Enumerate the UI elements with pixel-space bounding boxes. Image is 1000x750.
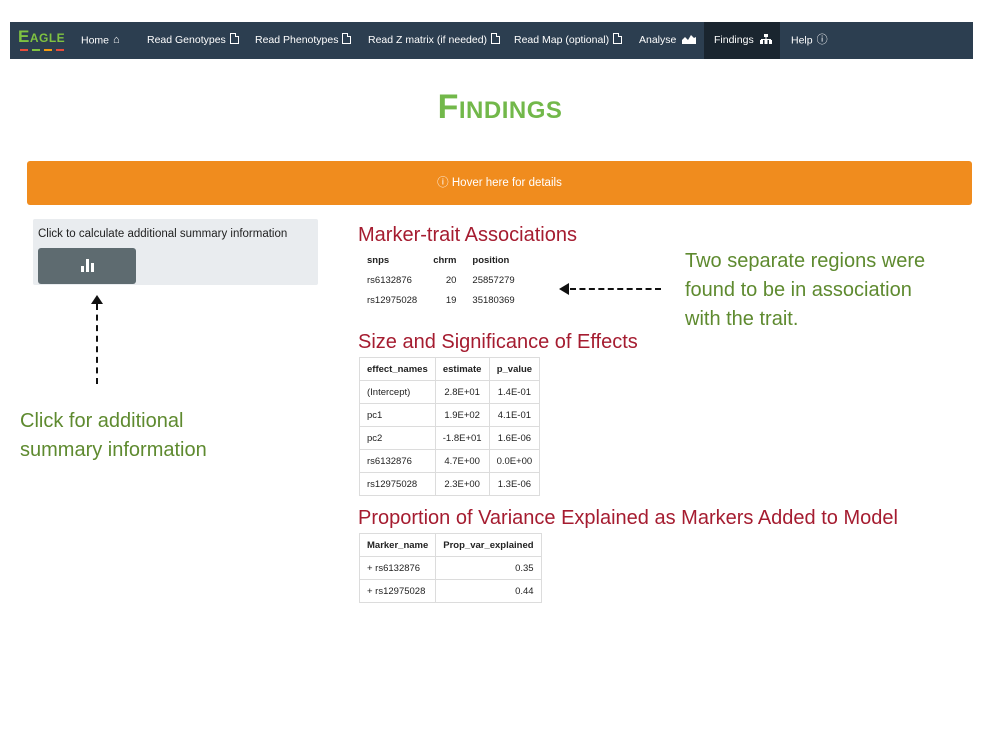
- summary-panel-label: Click to calculate additional summary in…: [38, 228, 288, 240]
- table-row: rs6132876 4.7E+00 0.0E+00: [359, 449, 541, 473]
- table-cell: 2.8E+01: [434, 380, 490, 404]
- page-title: Findings: [437, 88, 563, 126]
- nav-home[interactable]: Home ⌂: [81, 22, 120, 59]
- table-cell: 20: [445, 274, 457, 286]
- table-cell: -1.8E+01: [434, 426, 490, 450]
- bar-chart-icon: [81, 259, 95, 272]
- table-cell: pc1: [359, 403, 436, 427]
- brand-name: Eagle: [18, 27, 66, 46]
- nav-read-genotypes[interactable]: Read Genotypes: [147, 22, 239, 59]
- column-header: p_value: [488, 357, 541, 381]
- column-header: snps: [367, 254, 390, 266]
- column-header: position: [472, 254, 510, 266]
- variance-table: Marker_name Prop_var_explained + rs61328…: [358, 533, 542, 603]
- column-header: effect_names: [359, 357, 436, 381]
- table-cell: 19: [445, 294, 457, 306]
- nav-help[interactable]: Help ⓘ: [791, 22, 828, 59]
- column-header: Prop_var_explained: [435, 533, 542, 557]
- question-circle-icon: ⓘ: [437, 177, 449, 189]
- nav-read-map[interactable]: Read Map (optional): [514, 22, 623, 59]
- table-cell: + rs12975028: [358, 579, 437, 603]
- hover-details-banner[interactable]: ⓘ Hover here for details: [27, 161, 972, 205]
- table-cell: 0.44: [435, 579, 542, 603]
- file-icon: [613, 33, 623, 44]
- file-icon: [491, 33, 501, 44]
- navbar: Eagle Home ⌂ Read Genotypes Read Phenotyp…: [10, 22, 973, 59]
- table-cell: 25857279: [472, 274, 515, 286]
- table-cell: 35180369: [472, 294, 515, 306]
- sitemap-icon: [759, 34, 772, 44]
- dashed-arrow-line: [96, 304, 98, 384]
- column-header: estimate: [434, 357, 490, 381]
- left-arrow-icon: [559, 283, 569, 295]
- table-row: + rs6132876 0.35: [358, 556, 542, 580]
- nav-analyse[interactable]: Analyse: [639, 22, 697, 59]
- file-icon: [342, 33, 352, 44]
- table-row: rs12975028 19 35180369: [359, 290, 523, 310]
- table-cell: rs6132876: [367, 274, 412, 286]
- eagle-logo[interactable]: Eagle: [18, 25, 76, 57]
- table-cell: 1.3E-06: [488, 472, 541, 496]
- table-cell: (Intercept): [359, 380, 436, 404]
- table-cell: 1.9E+02: [434, 403, 490, 427]
- file-icon: [229, 33, 239, 44]
- variance-title: Proportion of Variance Explained as Mark…: [358, 507, 898, 529]
- table-cell: rs12975028: [367, 294, 418, 306]
- nav-read-z-matrix[interactable]: Read Z matrix (if needed): [368, 22, 501, 59]
- table-cell: rs12975028: [359, 472, 436, 496]
- table-row: rs6132876 20 25857279: [359, 270, 523, 290]
- table-row: (Intercept) 2.8E+01 1.4E-01: [359, 380, 541, 404]
- table-header-row: effect_names estimate p_value: [359, 357, 541, 381]
- table-cell: 1.6E-06: [488, 426, 541, 450]
- table-row: pc1 1.9E+02 4.1E-01: [359, 403, 541, 427]
- area-chart-icon: [682, 35, 697, 44]
- home-icon: ⌂: [113, 34, 120, 46]
- table-cell: + rs6132876: [358, 556, 437, 580]
- table-cell: 1.4E-01: [488, 380, 541, 404]
- effects-title: Size and Significance of Effects: [358, 331, 638, 353]
- question-circle-icon: ⓘ: [816, 34, 828, 46]
- right-annotation: Two separate regions were found to be in…: [685, 250, 926, 330]
- table-cell: rs6132876: [359, 449, 436, 473]
- table-header-row: snps chrm position: [359, 250, 523, 270]
- table-row: pc2 -1.8E+01 1.6E-06: [359, 426, 541, 450]
- column-header: Marker_name: [358, 533, 437, 557]
- table-header-row: Marker_name Prop_var_explained: [358, 533, 542, 557]
- summary-panel: Click to calculate additional summary in…: [33, 219, 318, 285]
- effects-table: effect_names estimate p_value (Intercept…: [359, 357, 541, 496]
- table-cell: 2.3E+00: [434, 472, 490, 496]
- calculate-summary-button[interactable]: [38, 248, 136, 284]
- column-header: chrm: [433, 254, 457, 266]
- table-cell: 0.0E+00: [488, 449, 541, 473]
- table-row: + rs12975028 0.44: [358, 579, 542, 603]
- nav-read-phenotypes[interactable]: Read Phenotypes: [255, 22, 352, 59]
- dashed-arrow-line: [570, 288, 661, 290]
- table-row: rs12975028 2.3E+00 1.3E-06: [359, 472, 541, 496]
- associations-title: Marker-trait Associations: [358, 224, 577, 246]
- associations-table: snps chrm position rs6132876 20 25857279…: [359, 250, 523, 310]
- table-cell: 0.35: [435, 556, 542, 580]
- table-cell: pc2: [359, 426, 436, 450]
- table-cell: 4.1E-01: [488, 403, 541, 427]
- table-cell: 4.7E+00: [434, 449, 490, 473]
- left-annotation: Click for additional summary information: [20, 410, 207, 461]
- up-arrow-icon: [91, 295, 103, 304]
- nav-findings[interactable]: Findings: [704, 22, 780, 59]
